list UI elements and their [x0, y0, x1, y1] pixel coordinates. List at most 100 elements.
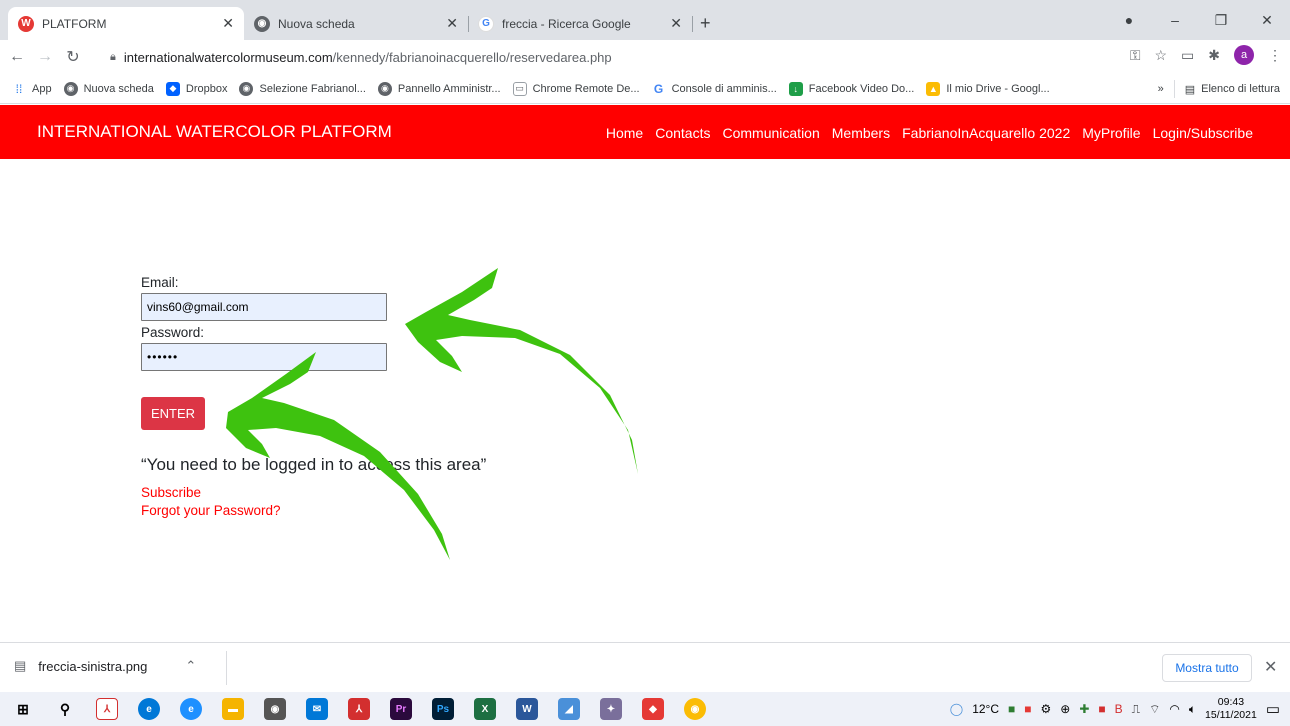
download-item[interactable]: ▤ freccia-sinistra.png ⌃: [14, 658, 196, 674]
nav-contacts[interactable]: Contacts: [655, 125, 710, 141]
nav-communication[interactable]: Communication: [722, 125, 819, 141]
globe-icon: ◉: [377, 81, 392, 96]
bookmark-label: Il mio Drive - Googl...: [946, 82, 1050, 95]
tab-freccia[interactable]: G freccia - Ricerca Google ✕: [468, 7, 692, 40]
bookmark-drive[interactable]: ▲ Il mio Drive - Googl...: [926, 81, 1050, 96]
tab-separator: [692, 16, 693, 32]
nav-fabriano[interactable]: FabrianoInAcquarello 2022: [902, 125, 1070, 141]
temperature[interactable]: 12°C: [972, 702, 999, 716]
bookmark-dropbox[interactable]: ◆ Dropbox: [165, 81, 227, 96]
app-icon[interactable]: ✦: [600, 698, 622, 720]
chrome-icon[interactable]: ◉: [684, 698, 706, 720]
close-window-icon[interactable]: ✕: [1244, 12, 1290, 29]
tab-platform[interactable]: W PLATFORM ✕: [8, 7, 244, 40]
subscribe-link[interactable]: Subscribe: [141, 485, 661, 500]
tray-app-icon[interactable]: ✚: [1079, 702, 1089, 716]
tray-app-icon[interactable]: ⚙: [1041, 702, 1052, 716]
acrobat-reader-icon[interactable]: ⅄: [348, 698, 370, 720]
acrobat-icon[interactable]: ⅄: [96, 698, 118, 720]
nav-login-subscribe[interactable]: Login/Subscribe: [1153, 125, 1253, 141]
tray-app-icon[interactable]: B: [1115, 702, 1123, 716]
bookmark-label: App: [32, 82, 52, 95]
dropbox-icon: ◆: [165, 81, 180, 96]
word-icon[interactable]: W: [516, 698, 538, 720]
bookmark-app[interactable]: ⁞⁞ App: [12, 81, 52, 96]
key-icon[interactable]: ⚿: [1130, 47, 1141, 64]
url-path: /kennedy/fabrianoinacquerello/reservedar…: [332, 49, 612, 65]
mail-icon[interactable]: ✉: [306, 698, 328, 720]
extensions-icon[interactable]: ✱: [1208, 47, 1220, 64]
email-label: Email:: [141, 275, 179, 290]
excel-icon[interactable]: X: [474, 698, 496, 720]
minimize-icon[interactable]: –: [1152, 12, 1198, 28]
search-icon[interactable]: ⚲: [54, 698, 76, 720]
back-icon[interactable]: ←: [6, 48, 28, 66]
login-required-message: “You need to be logged in to access this…: [141, 455, 487, 474]
nav-home[interactable]: Home: [606, 125, 643, 141]
system-tray: ◯ 12°C ■ ■ ⚙ ⊕ ✚ ■ B ⎍ ⌔ ◠ 🔈︎ 09:43 15/1…: [950, 692, 1280, 726]
email-field[interactable]: vins60@gmail.com: [141, 293, 387, 321]
forward-icon[interactable]: →: [34, 48, 56, 66]
reading-list-icon[interactable]: ▤: [1185, 83, 1195, 96]
tab-search-icon[interactable]: ●: [1106, 12, 1152, 28]
reading-list-label[interactable]: Elenco di lettura: [1201, 83, 1280, 95]
app-icon[interactable]: ◢: [558, 698, 580, 720]
windows-start-icon[interactable]: ⊞: [12, 698, 34, 720]
camera-icon[interactable]: ◉: [264, 698, 286, 720]
photoshop-icon[interactable]: Ps: [432, 698, 454, 720]
profile-avatar[interactable]: a: [1234, 45, 1254, 65]
tray-app-icon[interactable]: ⊕: [1060, 702, 1070, 716]
password-field[interactable]: ••••••: [141, 343, 387, 371]
cast-icon[interactable]: ▭: [1181, 47, 1194, 64]
menu-dots-icon[interactable]: ⋮: [1268, 47, 1282, 64]
anydesk-icon[interactable]: ◆: [642, 698, 664, 720]
clock-time: 09:43: [1217, 695, 1245, 708]
restore-icon[interactable]: ❐: [1198, 12, 1244, 29]
file-explorer-icon[interactable]: ▬: [222, 698, 244, 720]
wifi-icon[interactable]: ◠: [1169, 702, 1179, 716]
weather-icon[interactable]: ◯: [950, 702, 963, 716]
bookmark-console[interactable]: G Console di amminis...: [651, 81, 777, 96]
bookmark-pannello[interactable]: ◉ Pannello Amministr...: [377, 81, 501, 96]
usb-icon[interactable]: ⎍: [1132, 702, 1140, 717]
tab-nuova-scheda[interactable]: ◉ Nuova scheda ✕: [244, 7, 468, 40]
bookmark-remote[interactable]: ▭ Chrome Remote De...: [512, 81, 640, 96]
close-download-bar-icon[interactable]: ✕: [1264, 657, 1277, 677]
clock[interactable]: 09:43 15/11/2021: [1205, 696, 1257, 722]
more-bookmarks-icon[interactable]: »: [1158, 83, 1164, 95]
reload-icon[interactable]: ↻: [62, 47, 84, 67]
bookmark-nuova-scheda[interactable]: ◉ Nuova scheda: [63, 81, 154, 96]
premiere-icon[interactable]: Pr: [390, 698, 412, 720]
tray-app-icon[interactable]: ■: [1024, 702, 1031, 716]
show-all-button[interactable]: Mostra tutto: [1162, 654, 1252, 682]
nav-members[interactable]: Members: [832, 125, 890, 141]
close-tab-icon[interactable]: ✕: [446, 15, 458, 32]
tray-app-icon[interactable]: ■: [1008, 702, 1015, 716]
download-bar: ▤ freccia-sinistra.png ⌃ Mostra tutto ✕: [0, 642, 1290, 692]
new-tab-icon[interactable]: +: [700, 13, 711, 34]
volume-icon[interactable]: 🔈︎: [1189, 702, 1196, 717]
enter-button[interactable]: ENTER: [141, 397, 206, 430]
file-icon: ▤: [14, 658, 27, 673]
tray-app-icon[interactable]: ■: [1098, 702, 1105, 716]
chrome-favicon-icon: ◉: [254, 15, 270, 32]
bookmark-selezione[interactable]: ◉ Selezione Fabrianol...: [239, 81, 366, 96]
star-icon[interactable]: ☆: [1154, 47, 1167, 64]
edge-icon[interactable]: e: [138, 698, 160, 720]
close-tab-icon[interactable]: ✕: [222, 15, 234, 32]
network-icon[interactable]: ⌔: [1149, 702, 1160, 717]
download-filename: freccia-sinistra.png: [38, 658, 148, 674]
bookmark-facebook-video[interactable]: ↓ Facebook Video Do...: [788, 81, 914, 96]
site-brand[interactable]: INTERNATIONAL WATERCOLOR PLATFORM: [37, 122, 392, 142]
close-tab-icon[interactable]: ✕: [670, 15, 682, 32]
address-bar[interactable]: 🔒︎ internationalwatercolormuseum.com/ken…: [110, 43, 1190, 71]
nav-myprofile[interactable]: MyProfile: [1082, 125, 1140, 141]
drive-icon: ▲: [926, 81, 941, 96]
lock-icon[interactable]: 🔒︎: [110, 51, 116, 64]
tab-title: Nuova scheda: [278, 16, 355, 31]
ie-icon[interactable]: e: [180, 698, 202, 720]
forgot-password-link[interactable]: Forgot your Password?: [141, 503, 661, 518]
chevron-up-icon[interactable]: ⌃: [185, 658, 196, 674]
google-icon: G: [651, 81, 666, 96]
notifications-icon[interactable]: ▭: [1266, 700, 1280, 718]
